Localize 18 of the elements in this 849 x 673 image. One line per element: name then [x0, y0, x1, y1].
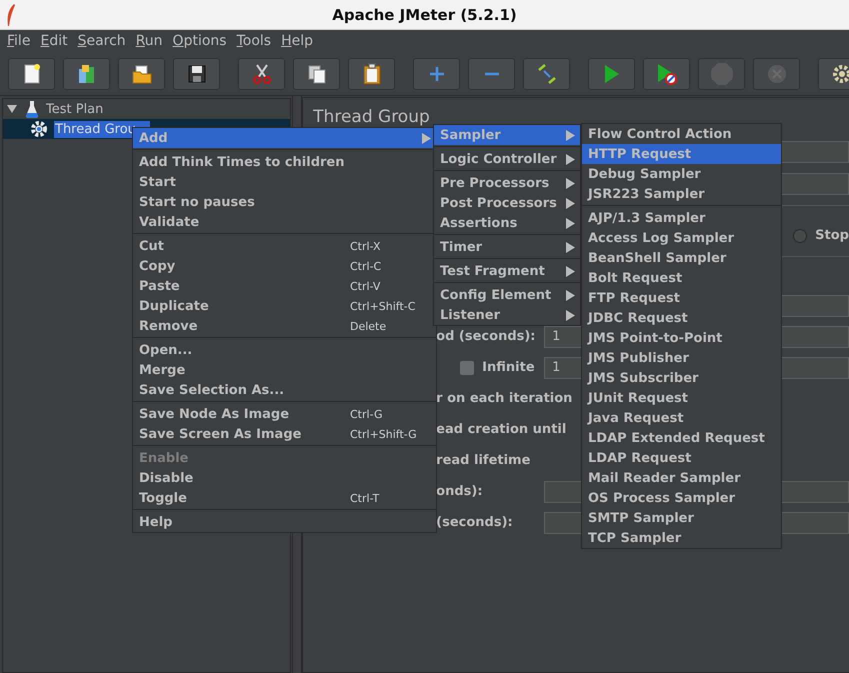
- shortcut-label: Ctrl-V: [350, 280, 380, 292]
- shortcut-label: Ctrl-C: [350, 260, 382, 272]
- field-label: od (seconds):: [436, 329, 537, 344]
- shortcut-label: Ctrl-G: [350, 408, 382, 420]
- panel-title: Thread Group: [313, 107, 430, 127]
- field-label: (seconds):: [436, 515, 514, 530]
- shortcut-label: Ctrl-T: [350, 492, 380, 504]
- shortcut-label: Delete: [350, 320, 386, 332]
- field-label: onds):: [436, 484, 484, 499]
- option-label: read lifetime: [436, 453, 530, 468]
- option-label: ead creation until: [436, 422, 566, 437]
- checkbox-label: Infinite: [482, 360, 535, 375]
- shortcut-label: Ctrl-X: [350, 240, 381, 252]
- radio-label: Stop: [815, 228, 849, 243]
- option-label: r on each iteration: [436, 391, 572, 406]
- window-title: Apache JMeter (5.2.1): [332, 6, 517, 24]
- shortcut-label: Ctrl+Shift-C: [350, 300, 416, 312]
- shortcut-label: Ctrl+Shift-G: [350, 428, 417, 440]
